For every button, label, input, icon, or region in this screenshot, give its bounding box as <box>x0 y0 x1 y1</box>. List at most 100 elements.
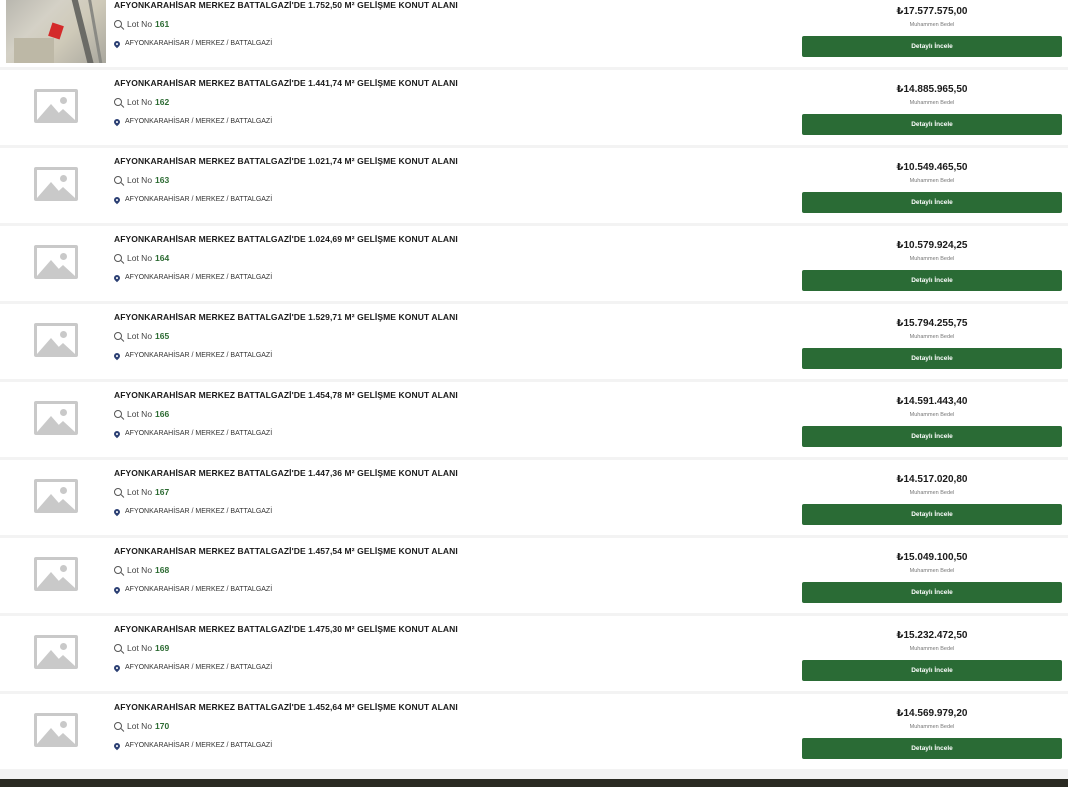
price-box: ₺10.549.465,50 Muhammen Bedel Detaylı İn… <box>802 148 1062 220</box>
price-value: ₺15.794.255,75 <box>896 318 968 329</box>
lot-title[interactable]: AFYONKARAHİSAR MERKEZ BATTALGAZİ'DE 1.47… <box>114 624 458 634</box>
placeholder-sun <box>60 643 67 650</box>
list-item: AFYONKARAHİSAR MERKEZ BATTALGAZİ'DE 1.02… <box>0 148 1068 223</box>
price-box: ₺14.517.020,80 Muhammen Bedel Detaylı İn… <box>802 460 1062 532</box>
placeholder-mtn2 <box>51 187 75 198</box>
pin-icon <box>112 663 122 672</box>
lot-photo[interactable] <box>6 0 106 63</box>
pin-icon <box>112 195 122 204</box>
lot-number-row: Lot No 169 <box>114 643 169 653</box>
lot-thumbnail[interactable] <box>6 382 106 454</box>
detail-button[interactable]: Detaylı İncele <box>802 504 1062 525</box>
detail-button[interactable]: Detaylı İncele <box>802 192 1062 213</box>
list-item: AFYONKARAHİSAR MERKEZ BATTALGAZİ'DE 1.44… <box>0 70 1068 145</box>
location-text: AFYONKARAHİSAR / MERKEZ / BATTALGAZİ <box>125 40 273 47</box>
lot-number: 164 <box>155 253 170 263</box>
placeholder-sun <box>60 97 67 104</box>
lot-thumbnail[interactable] <box>6 304 106 376</box>
placeholder-mtn2 <box>51 733 75 744</box>
price-box: ₺14.569.979,20 Muhammen Bedel Detaylı İn… <box>802 694 1062 766</box>
lot-thumbnail[interactable] <box>6 226 106 298</box>
detail-button[interactable]: Detaylı İncele <box>802 660 1062 681</box>
search-icon <box>114 566 122 574</box>
location-row: AFYONKARAHİSAR / MERKEZ / BATTALGAZİ <box>112 273 272 282</box>
image-placeholder-icon <box>34 401 78 435</box>
search-icon <box>114 410 122 418</box>
placeholder-sun <box>60 409 67 416</box>
lot-number: 166 <box>155 409 170 419</box>
lot-title[interactable]: AFYONKARAHİSAR MERKEZ BATTALGAZİ'DE 1.75… <box>114 0 458 10</box>
listing-page: AFYONKARAHİSAR MERKEZ BATTALGAZİ'DE 1.75… <box>0 0 1068 787</box>
pin-icon <box>112 741 122 750</box>
lot-label: Lot No <box>127 565 153 575</box>
pin-icon <box>112 507 122 516</box>
lot-thumbnail[interactable] <box>6 148 106 220</box>
price-box: ₺15.794.255,75 Muhammen Bedel Detaylı İn… <box>802 304 1062 376</box>
lot-title[interactable]: AFYONKARAHİSAR MERKEZ BATTALGAZİ'DE 1.44… <box>114 468 458 478</box>
lot-title[interactable]: AFYONKARAHİSAR MERKEZ BATTALGAZİ'DE 1.02… <box>114 234 458 244</box>
image-placeholder-icon <box>34 167 78 201</box>
detail-button[interactable]: Detaylı İncele <box>802 348 1062 369</box>
photo-parcel <box>48 22 64 40</box>
location-text: AFYONKARAHİSAR / MERKEZ / BATTALGAZİ <box>125 352 273 359</box>
pin-icon <box>112 351 122 360</box>
lot-title[interactable]: AFYONKARAHİSAR MERKEZ BATTALGAZİ'DE 1.45… <box>114 546 458 556</box>
price-box: ₺14.885.965,50 Muhammen Bedel Detaylı İn… <box>802 70 1062 142</box>
lot-thumbnail[interactable] <box>6 694 106 766</box>
detail-button[interactable]: Detaylı İncele <box>802 426 1062 447</box>
location-row: AFYONKARAHİSAR / MERKEZ / BATTALGAZİ <box>112 195 272 204</box>
lot-thumbnail[interactable] <box>6 460 106 532</box>
location-row: AFYONKARAHİSAR / MERKEZ / BATTALGAZİ <box>112 117 272 126</box>
list-item: AFYONKARAHİSAR MERKEZ BATTALGAZİ'DE 1.45… <box>0 382 1068 457</box>
lot-number-row: Lot No 163 <box>114 175 169 185</box>
lot-number-row: Lot No 165 <box>114 331 169 341</box>
lot-label: Lot No <box>127 97 153 107</box>
list-item: AFYONKARAHİSAR MERKEZ BATTALGAZİ'DE 1.02… <box>0 226 1068 301</box>
placeholder-sun <box>60 721 67 728</box>
lot-title[interactable]: AFYONKARAHİSAR MERKEZ BATTALGAZİ'DE 1.52… <box>114 312 458 322</box>
lot-thumbnail[interactable] <box>6 70 106 142</box>
lot-title[interactable]: AFYONKARAHİSAR MERKEZ BATTALGAZİ'DE 1.45… <box>114 702 458 712</box>
placeholder-sun <box>60 565 67 572</box>
placeholder-sun <box>60 175 67 182</box>
lot-number-row: Lot No 168 <box>114 565 169 575</box>
detail-button[interactable]: Detaylı İncele <box>802 36 1062 57</box>
price-label: Muhammen Bedel <box>909 256 955 262</box>
detail-button[interactable]: Detaylı İncele <box>802 114 1062 135</box>
price-label: Muhammen Bedel <box>909 178 955 184</box>
search-icon <box>114 488 122 496</box>
price-value: ₺14.569.979,20 <box>896 708 968 719</box>
placeholder-sun <box>60 331 67 338</box>
location-text: AFYONKARAHİSAR / MERKEZ / BATTALGAZİ <box>125 508 273 515</box>
lot-label: Lot No <box>127 175 153 185</box>
placeholder-mtn2 <box>51 577 75 588</box>
search-icon <box>114 98 122 106</box>
lot-thumbnail[interactable] <box>6 616 106 688</box>
lot-title[interactable]: AFYONKARAHİSAR MERKEZ BATTALGAZİ'DE 1.45… <box>114 390 458 400</box>
detail-button[interactable]: Detaylı İncele <box>802 738 1062 759</box>
lot-number-row: Lot No 161 <box>114 19 169 29</box>
price-value: ₺17.577.575,00 <box>896 6 968 17</box>
location-row: AFYONKARAHİSAR / MERKEZ / BATTALGAZİ <box>112 585 272 594</box>
lot-label: Lot No <box>127 721 153 731</box>
lot-number: 167 <box>155 487 170 497</box>
footer-bar <box>0 779 1068 787</box>
lot-title[interactable]: AFYONKARAHİSAR MERKEZ BATTALGAZİ'DE 1.44… <box>114 78 458 88</box>
price-label: Muhammen Bedel <box>909 568 955 574</box>
lot-number: 169 <box>155 643 170 653</box>
detail-button[interactable]: Detaylı İncele <box>802 270 1062 291</box>
location-row: AFYONKARAHİSAR / MERKEZ / BATTALGAZİ <box>112 429 272 438</box>
pin-icon <box>112 117 122 126</box>
placeholder-mtn2 <box>51 421 75 432</box>
pin-icon <box>112 585 122 594</box>
detail-button[interactable]: Detaylı İncele <box>802 582 1062 603</box>
lot-title[interactable]: AFYONKARAHİSAR MERKEZ BATTALGAZİ'DE 1.02… <box>114 156 458 166</box>
location-row: AFYONKARAHİSAR / MERKEZ / BATTALGAZİ <box>112 39 273 48</box>
lot-list: AFYONKARAHİSAR MERKEZ BATTALGAZİ'DE 1.75… <box>0 0 1068 772</box>
lot-number: 170 <box>155 721 170 731</box>
lot-thumbnail[interactable] <box>6 538 106 610</box>
price-value: ₺14.885.965,50 <box>896 84 968 95</box>
lot-label: Lot No <box>127 19 153 29</box>
search-icon <box>114 254 122 262</box>
lot-number: 168 <box>155 565 170 575</box>
